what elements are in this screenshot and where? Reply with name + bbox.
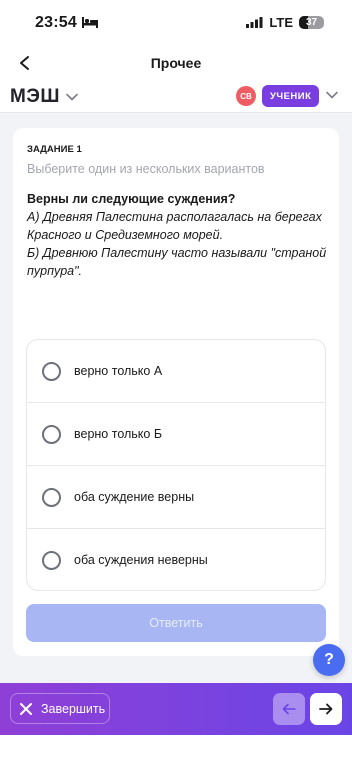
task-card: ЗАДАНИЕ 1 Выберите один из нескольких ва… bbox=[13, 128, 339, 656]
finish-label: Завершить bbox=[41, 701, 106, 716]
chevron-down-icon bbox=[66, 93, 78, 101]
radio-button[interactable] bbox=[42, 550, 61, 570]
next-task-button[interactable] bbox=[310, 693, 342, 725]
mesh-logo: МЭШ bbox=[10, 86, 60, 107]
bottom-bar: Завершить bbox=[0, 683, 352, 735]
question-title: Верны ли следующие суждения? bbox=[27, 192, 236, 206]
close-icon bbox=[20, 702, 32, 715]
statement-a: А) Древняя Палестина располагалась на бе… bbox=[27, 210, 322, 242]
option-label: оба суждения неверны bbox=[74, 553, 208, 567]
answer-option[interactable]: оба суждение верны bbox=[27, 466, 325, 529]
status-bar: 23:54 LTE 37 bbox=[0, 0, 352, 46]
radio-button[interactable] bbox=[42, 487, 61, 507]
help-button[interactable]: ? bbox=[313, 644, 345, 676]
radio-button[interactable] bbox=[42, 361, 61, 381]
signal-icon bbox=[246, 17, 263, 28]
statement-b: Б) Древнюю Палестину часто называли "стр… bbox=[27, 246, 327, 278]
radio-button[interactable] bbox=[42, 424, 61, 444]
battery-icon: 37 bbox=[299, 16, 324, 29]
role-badge[interactable]: УЧЕНИК bbox=[262, 85, 320, 107]
answer-option[interactable]: верно только Б bbox=[27, 403, 325, 466]
option-label: верно только А bbox=[74, 364, 163, 378]
bottom-safe-area bbox=[0, 735, 352, 763]
chevron-down-icon[interactable] bbox=[325, 88, 339, 102]
question-text: Верны ли следующие суждения? А) Древняя … bbox=[27, 190, 327, 280]
nav-title: Прочее bbox=[150, 55, 202, 71]
battery-level: 37 bbox=[305, 17, 318, 28]
app-header: МЭШ СВ УЧЕНИК bbox=[0, 80, 352, 113]
finish-button[interactable]: Завершить bbox=[10, 693, 110, 724]
app-switcher[interactable]: МЭШ bbox=[10, 86, 78, 108]
option-label: оба суждение верны bbox=[74, 490, 195, 504]
status-indicators: LTE 37 bbox=[246, 15, 324, 30]
task-number: ЗАДАНИЕ 1 bbox=[27, 144, 82, 155]
avatar[interactable]: СВ bbox=[236, 86, 256, 106]
arrow-left-icon bbox=[282, 703, 296, 715]
submit-answer-button[interactable]: Ответить bbox=[26, 604, 326, 642]
nav-bar: Прочее bbox=[0, 46, 352, 80]
answer-option[interactable]: верно только А bbox=[27, 340, 325, 403]
status-time: 23:54 bbox=[35, 14, 77, 31]
answer-option[interactable]: оба суждения неверны bbox=[27, 529, 325, 590]
answer-options: верно только А верно только Б оба сужден… bbox=[26, 339, 326, 591]
option-label: верно только Б bbox=[74, 427, 163, 441]
task-instruction: Выберите один из нескольких вариантов bbox=[27, 162, 265, 176]
arrow-right-icon bbox=[319, 703, 333, 715]
network-type: LTE bbox=[269, 15, 293, 30]
bed-icon bbox=[82, 17, 98, 28]
previous-task-button[interactable] bbox=[273, 693, 305, 725]
